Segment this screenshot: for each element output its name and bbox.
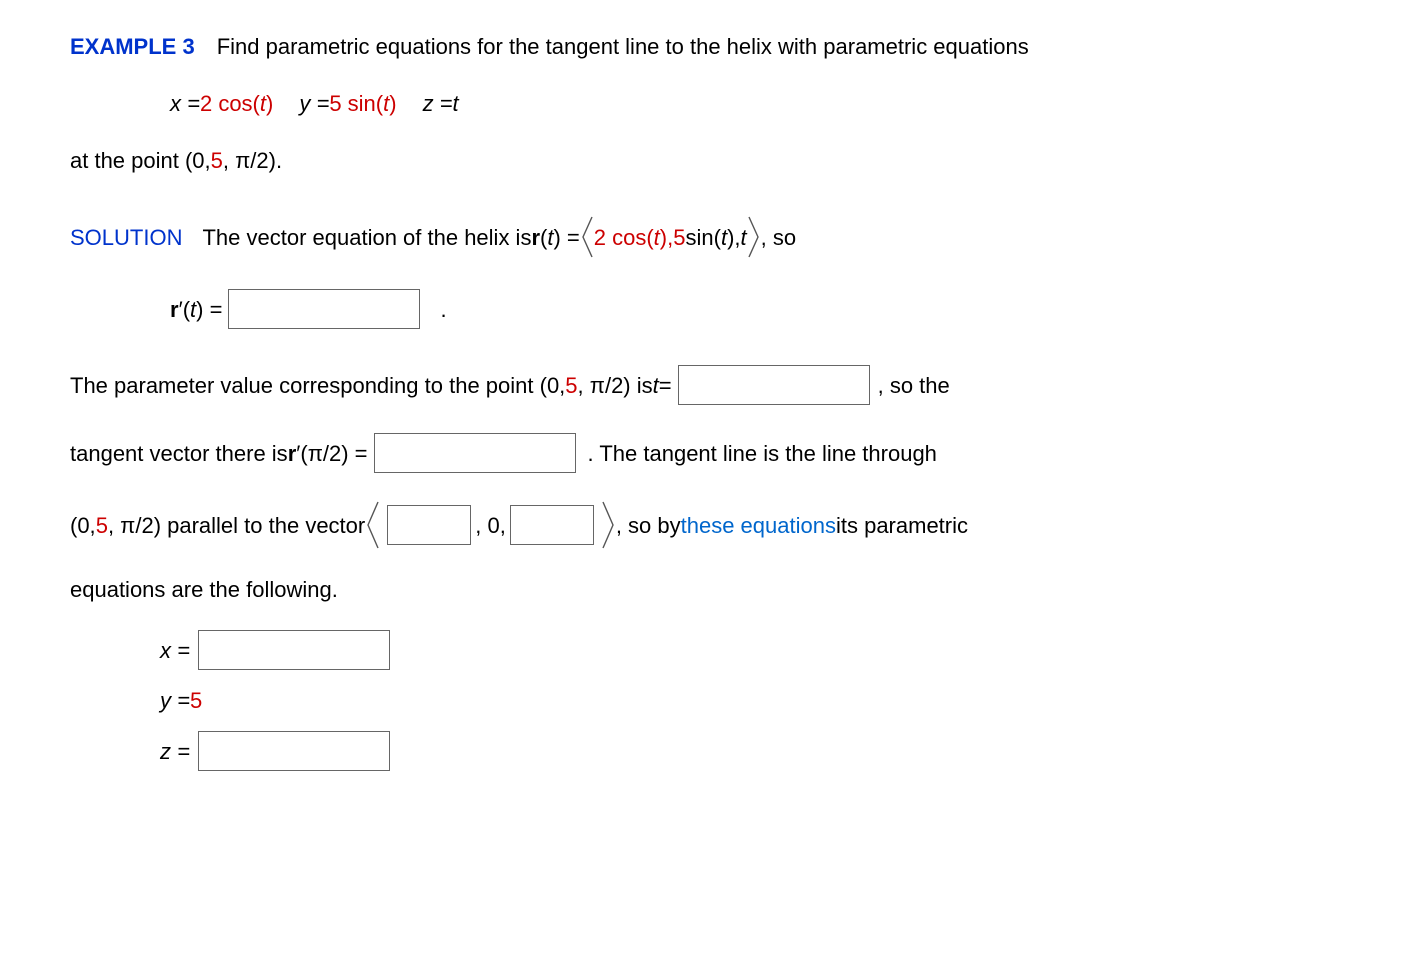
answer-z-label: z = bbox=[160, 735, 190, 768]
tangent-close: ) = bbox=[341, 437, 367, 470]
tangent-arg: π/2 bbox=[308, 437, 342, 470]
solution-open: ( bbox=[540, 221, 547, 254]
tangent-vector-input[interactable] bbox=[374, 433, 576, 473]
eq-x-close: ) bbox=[266, 87, 273, 120]
at-point-row: at the point (0, 5 , π/2). bbox=[70, 144, 1346, 177]
vector-comp3-input[interactable] bbox=[510, 505, 594, 545]
param-b: , π/2) is bbox=[578, 369, 653, 402]
eqs-following-text: equations are the following. bbox=[70, 573, 338, 606]
eq-y-close: ) bbox=[389, 87, 396, 120]
eq-z-var: z = bbox=[423, 87, 453, 120]
tangent-r: r bbox=[288, 437, 297, 470]
angle-bracket-close-icon bbox=[747, 213, 761, 261]
tangent-open: ( bbox=[300, 437, 307, 470]
solution-eq: ) = bbox=[553, 221, 579, 254]
tangent-after: . The tangent line is the line through bbox=[588, 437, 937, 470]
at-point-five: 5 bbox=[211, 144, 223, 177]
parallel-a2: , π/2) parallel to the vector bbox=[108, 509, 365, 542]
angle-bracket-open-icon bbox=[365, 501, 381, 549]
rprime-dot: . bbox=[440, 293, 446, 326]
eqs-following-row: equations are the following. bbox=[70, 573, 1346, 606]
param-row: The parameter value corresponding to the… bbox=[70, 365, 1346, 405]
rprime-row: r ′ ( t ) = . bbox=[70, 289, 1346, 329]
eq-x-coef: 2 cos( bbox=[200, 87, 260, 120]
at-point-prefix: at the point (0, bbox=[70, 144, 211, 177]
solution-after: , so bbox=[761, 221, 796, 254]
rprime-input[interactable] bbox=[228, 289, 420, 329]
example-label: EXAMPLE 3 bbox=[70, 30, 195, 63]
parallel-comma0: , 0, bbox=[475, 509, 506, 542]
answer-x-input[interactable] bbox=[198, 630, 390, 670]
solution-row: SOLUTION The vector equation of the heli… bbox=[70, 213, 1346, 261]
solution-r: r bbox=[531, 221, 540, 254]
param-eq: = bbox=[659, 369, 672, 402]
header-row: EXAMPLE 3 Find parametric equations for … bbox=[70, 30, 1346, 63]
solution-label: SOLUTION bbox=[70, 221, 182, 254]
angle-bracket-close-icon bbox=[600, 501, 616, 549]
eq-y-coef: 5 sin( bbox=[329, 87, 383, 120]
answer-y-value: 5 bbox=[190, 684, 202, 717]
parallel-five: 5 bbox=[96, 509, 108, 542]
eq-z-t: t bbox=[453, 87, 459, 120]
answer-x-label: x = bbox=[160, 634, 190, 667]
answer-z-row: z = bbox=[70, 731, 1346, 771]
parallel-row: (0, 5 , π/2) parallel to the vector , 0,… bbox=[70, 501, 1346, 549]
problem-text: Find parametric equations for the tangen… bbox=[217, 30, 1029, 63]
eq-x-var: x = bbox=[170, 87, 200, 120]
parametric-equations: x = 2 cos( t ) y = 5 sin( t ) z = t bbox=[70, 87, 1346, 120]
rprime-open: ( bbox=[183, 293, 190, 326]
param-a: The parameter value corresponding to the… bbox=[70, 369, 565, 402]
vec-close1: ), bbox=[660, 221, 673, 254]
parallel-a1: (0, bbox=[70, 509, 96, 542]
answer-y-row: y = 5 bbox=[70, 684, 1346, 717]
vec-5: 5 bbox=[673, 221, 685, 254]
param-t-input[interactable] bbox=[678, 365, 870, 405]
answer-x-row: x = bbox=[70, 630, 1346, 670]
parallel-after2: its parametric bbox=[836, 509, 968, 542]
param-after: , so the bbox=[878, 369, 950, 402]
solution-text-a: The vector equation of the helix is bbox=[202, 221, 531, 254]
answer-z-input[interactable] bbox=[198, 731, 390, 771]
tangent-row: tangent vector there is r ′ ( π/2 ) = . … bbox=[70, 433, 1346, 473]
param-five: 5 bbox=[565, 369, 577, 402]
vec-2cos: 2 cos( bbox=[594, 221, 654, 254]
angle-bracket-open-icon bbox=[580, 213, 594, 261]
eq-y-var: y = bbox=[299, 87, 329, 120]
rprime-r: r bbox=[170, 293, 179, 326]
vec-sin: sin( bbox=[686, 221, 721, 254]
these-equations-link[interactable]: these equations bbox=[681, 509, 836, 542]
at-point-suffix: , π/2). bbox=[223, 144, 282, 177]
rprime-close: ) = bbox=[196, 293, 222, 326]
answer-y-label: y = bbox=[160, 684, 190, 717]
vec-close2: ), bbox=[727, 221, 740, 254]
vector-comp1-input[interactable] bbox=[387, 505, 471, 545]
tangent-a: tangent vector there is bbox=[70, 437, 288, 470]
parallel-after1: , so by bbox=[616, 509, 681, 542]
